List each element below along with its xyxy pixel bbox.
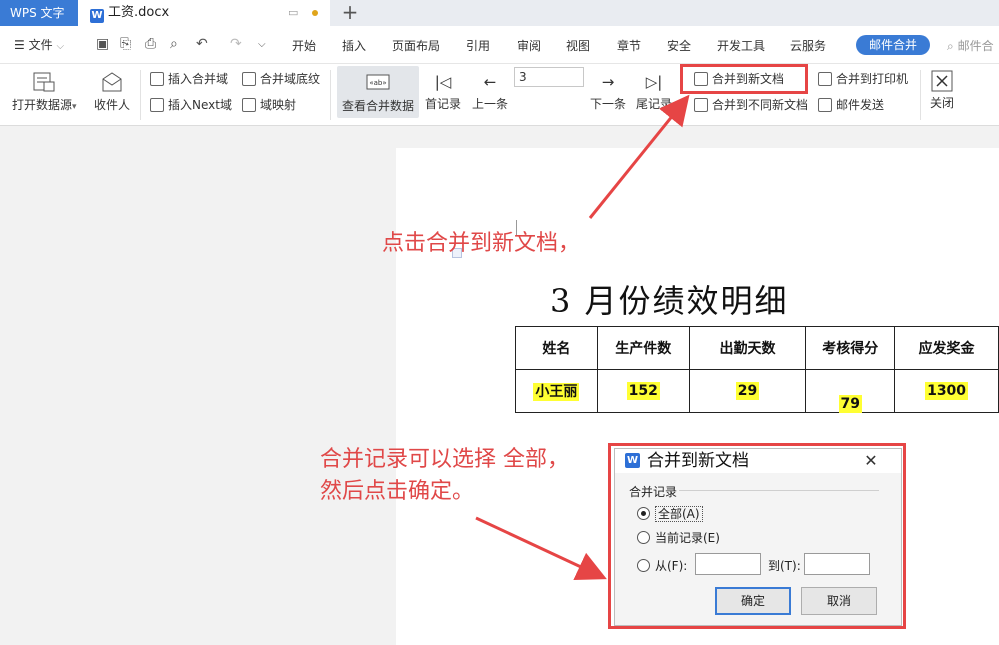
arrow-to-dialog xyxy=(475,516,607,580)
arrow-to-ribbon xyxy=(588,94,690,219)
dialog-highlight xyxy=(608,443,906,629)
